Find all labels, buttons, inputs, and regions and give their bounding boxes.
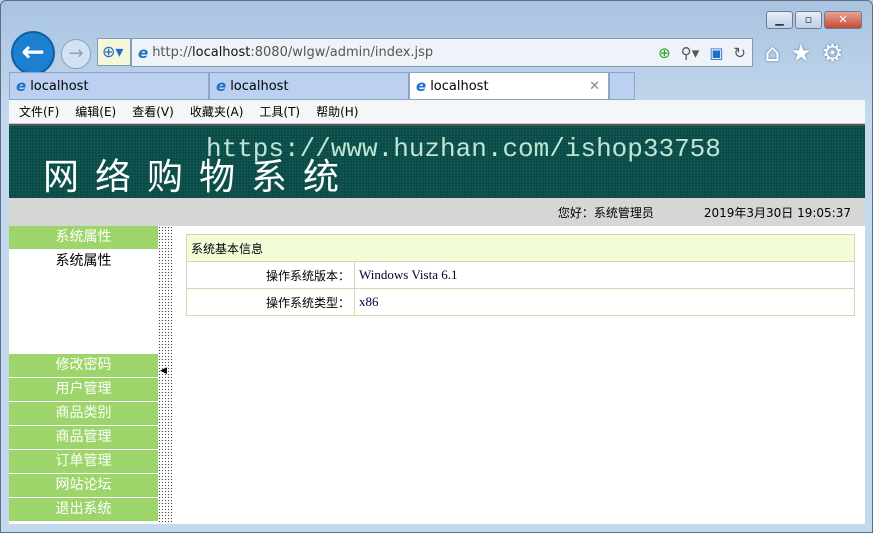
address-bar[interactable]: e http://localhost:8080/wlgw/admin/index.… (131, 38, 753, 67)
page-content: 网络购物系统 https://www.huzhan.com/ishop33758 … (9, 124, 865, 524)
maximize-button[interactable]: ▫ (795, 11, 822, 29)
menu-file[interactable]: 文件(F) (19, 103, 59, 120)
menu-help[interactable]: 帮助(H) (316, 103, 358, 120)
ie-icon: e (416, 77, 427, 95)
sidebar-splitter[interactable]: ◀ (158, 226, 172, 524)
sidebar-item-forum[interactable]: 网站论坛 (9, 474, 158, 497)
menu-tools[interactable]: 工具(T) (259, 103, 300, 120)
browser-window: ▁ ▫ ✕ ← → ⊕▾ e http://localhost:8080/wlgw/a… (0, 0, 873, 533)
menu-edit[interactable]: 编辑(E) (75, 103, 116, 120)
gear-icon[interactable]: ⚙ (822, 39, 844, 67)
sidebar-section-system[interactable]: 系统属性 (9, 226, 158, 249)
row-label: 操作系统类型： (186, 288, 355, 316)
tab-label: localhost (430, 78, 489, 94)
menu-bar: 文件(F) 编辑(E) 查看(V) 收藏夹(A) 工具(T) 帮助(H) (9, 100, 865, 124)
close-button[interactable]: ✕ (824, 11, 862, 29)
favorites-star-icon[interactable]: ★ (790, 39, 812, 67)
system-info-panel: 系统基本信息 操作系统版本： Windows Vista 6.1 操作系统类型： x… (186, 234, 855, 316)
tab-label: localhost (30, 78, 89, 94)
tab-1[interactable]: e localhost (9, 72, 209, 100)
tab-3-active[interactable]: e localhost ✕ (409, 72, 609, 100)
forward-button[interactable]: → (61, 39, 91, 69)
sidebar-item-orders[interactable]: 订单管理 (9, 450, 158, 473)
minimize-button[interactable]: ▁ (766, 11, 793, 29)
menu-favorites[interactable]: 收藏夹(A) (190, 103, 244, 120)
row-value: x86 (354, 288, 855, 316)
banner: 网络购物系统 https://www.huzhan.com/ishop33758 (9, 124, 865, 198)
compat-view-icon[interactable]: ▣ (709, 44, 723, 62)
refresh-icon[interactable]: ↻ (733, 44, 746, 62)
menu-view[interactable]: 查看(V) (132, 103, 174, 120)
search-icon[interactable]: ⚲▾ (681, 44, 700, 62)
compat-shield-icon[interactable]: ⊕▾ (97, 38, 131, 66)
ie-icon: e (138, 43, 149, 62)
sidebar-item-categories[interactable]: 商品类别 (9, 402, 158, 425)
tab-2[interactable]: e localhost (209, 72, 409, 100)
url-rest: :8080/wlgw/admin/index.jsp (250, 45, 434, 60)
user-bar: 您好：系统管理员 2019年3月30日 19:05:37 (9, 198, 865, 226)
table-row: 操作系统类型： x86 (186, 288, 855, 316)
row-label: 操作系统版本： (186, 261, 355, 289)
table-row: 操作系统版本： Windows Vista 6.1 (186, 261, 855, 289)
sidebar-item-products[interactable]: 商品管理 (9, 426, 158, 449)
close-tab-icon[interactable]: ✕ (589, 79, 600, 94)
home-icon[interactable]: ⌂ (765, 39, 780, 67)
sidebar-item-users[interactable]: 用户管理 (9, 378, 158, 401)
panel-header: 系统基本信息 (186, 234, 855, 262)
row-value: Windows Vista 6.1 (354, 261, 855, 289)
watermark: https://www.huzhan.com/ishop33758 (206, 134, 721, 164)
sidebar-item-logout[interactable]: 退出系统 (9, 498, 158, 521)
ie-icon: e (216, 77, 227, 95)
sidebar-subitem-system-properties[interactable]: 系统属性 (56, 253, 112, 269)
url-host: localhost (192, 45, 251, 60)
back-button[interactable]: ← (11, 31, 55, 75)
collapse-arrow-icon[interactable]: ◀ (160, 366, 167, 376)
tab-label: localhost (230, 78, 289, 94)
greeting: 您好：系统管理员 (557, 205, 654, 220)
sidebar: 系统属性 系统属性 修改密码 用户管理 商品类别 商品管理 订单管理 网站论坛 … (9, 226, 158, 524)
new-tab-button[interactable] (609, 72, 635, 100)
sidebar-item-change-password[interactable]: 修改密码 (9, 354, 158, 377)
addon-icon[interactable]: ⊕ (658, 44, 671, 62)
datetime: 2019年3月30日 19:05:37 (703, 205, 851, 220)
url-prefix: http:// (152, 45, 193, 60)
ie-icon: e (16, 77, 27, 95)
